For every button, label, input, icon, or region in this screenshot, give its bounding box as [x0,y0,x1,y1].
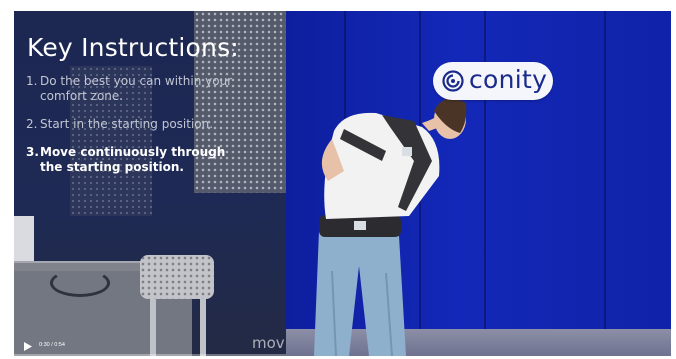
instruction-step: 2. Start in the starting position. [26,117,241,132]
step-text: Start in the starting position. [40,117,214,131]
video-frame[interactable]: conity Key Instructions: 1. Do the best … [14,11,671,356]
step-number: 3. [26,145,39,159]
step-text: Move continuously through the starting p… [40,145,226,174]
step-number: 1. [26,74,38,88]
instructions-title: Key Instructions: [27,33,239,62]
logo-wordmark: conity [469,65,548,94]
play-icon[interactable] [24,342,32,351]
conity-logo: conity [433,62,553,100]
step-text: Do the best you can within your comfort … [40,74,233,103]
conity-logo-icon [442,70,464,92]
instruction-step-active: 3. Move continuously through the startin… [26,145,241,175]
instructions-list: 1. Do the best you can within your comfo… [26,74,241,188]
playback-time: 0:30 / 0:54 [39,342,65,348]
video-controls: 0:30 / 0:54 [14,337,286,356]
step-number: 2. [26,117,38,131]
progress-bar[interactable] [14,354,286,356]
instruction-step: 1. Do the best you can within your comfo… [26,74,241,104]
